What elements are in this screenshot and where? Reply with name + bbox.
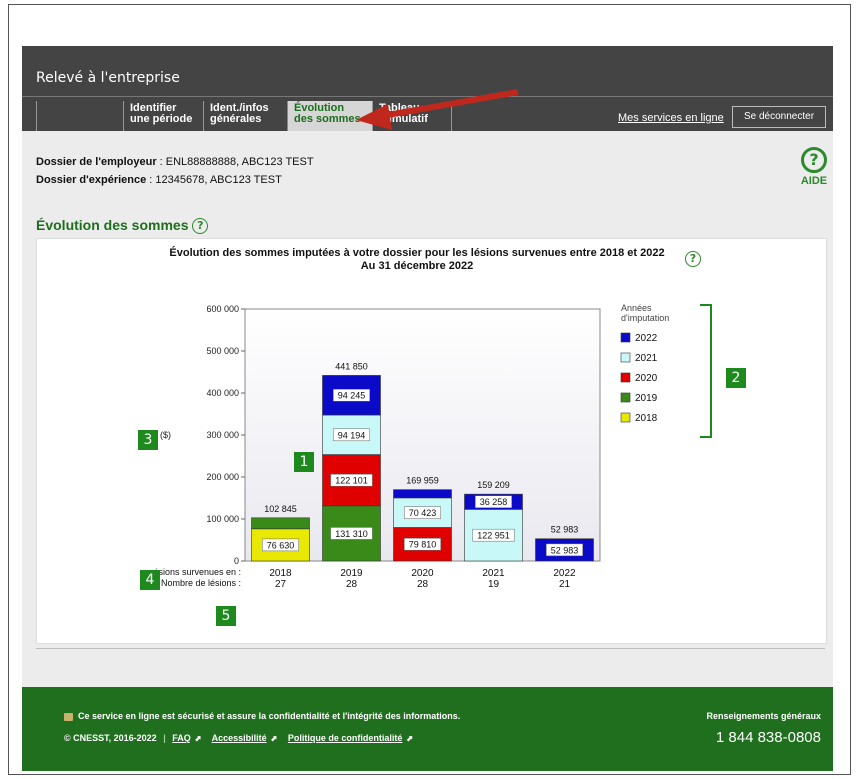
pointer-arrow-shaft [381, 89, 519, 119]
pointer-arrow-head [356, 104, 392, 130]
pointer-arrow-overlay [356, 89, 519, 130]
